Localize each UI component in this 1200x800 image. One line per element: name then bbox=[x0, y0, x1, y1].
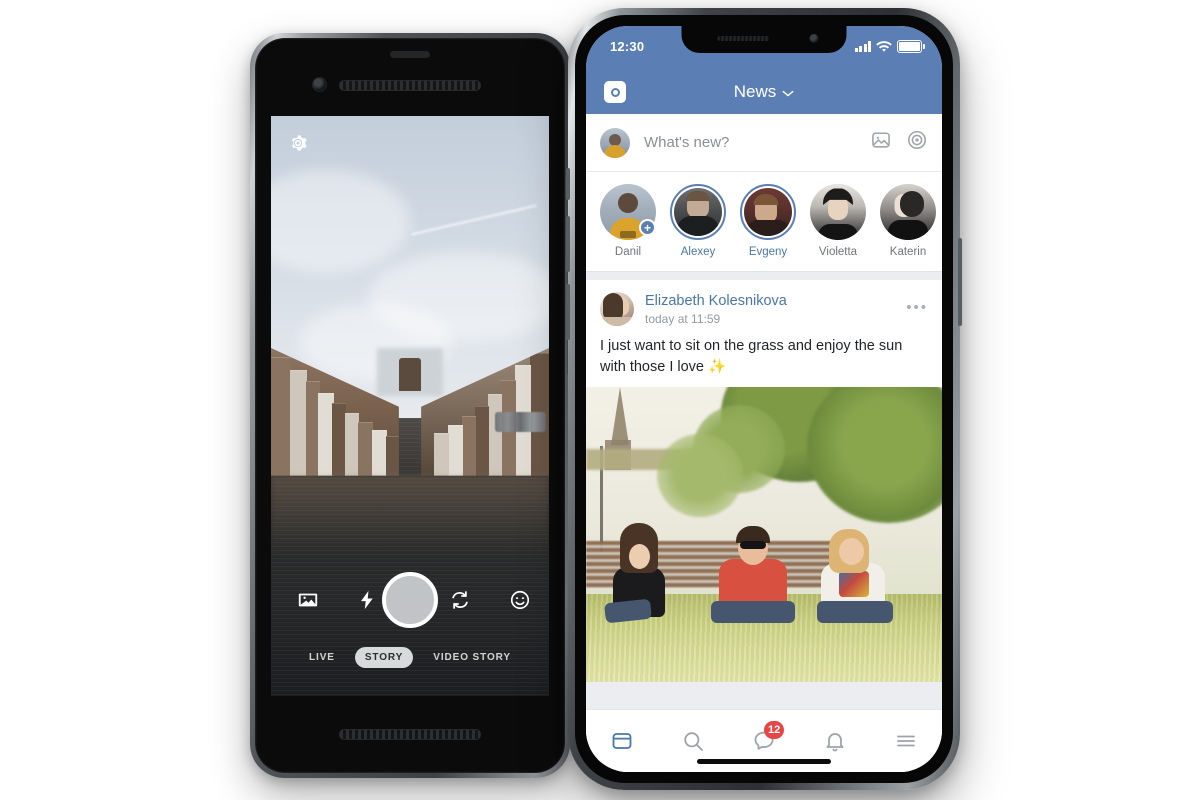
flip-camera-icon[interactable] bbox=[449, 589, 471, 611]
hamburger-menu-icon bbox=[897, 735, 916, 747]
post-meta: Elizabeth Kolesnikova today at 11:59 bbox=[645, 292, 787, 326]
story-item[interactable]: Katerin bbox=[880, 184, 936, 258]
cellular-signal-icon bbox=[854, 41, 871, 52]
status-bar-time: 12:30 bbox=[610, 39, 645, 54]
status-bar-indicators bbox=[854, 40, 925, 53]
avatar[interactable] bbox=[600, 292, 634, 327]
right-phone-power-button[interactable] bbox=[958, 238, 962, 326]
post-composer[interactable]: What's new? bbox=[586, 114, 942, 172]
notch bbox=[681, 26, 847, 53]
messages-tab[interactable]: 12 bbox=[744, 721, 785, 756]
story-avatar bbox=[810, 184, 866, 240]
vk-logo-icon[interactable] bbox=[604, 81, 626, 103]
feed-icon bbox=[612, 733, 631, 749]
search-tab[interactable] bbox=[673, 726, 713, 756]
story-item[interactable]: Alexey bbox=[670, 184, 726, 258]
right-phone-mute-switch[interactable] bbox=[566, 168, 570, 200]
story-item[interactable]: Violetta bbox=[810, 184, 866, 258]
story-name: Violetta bbox=[818, 246, 858, 258]
post-more-options-icon[interactable]: ••• bbox=[906, 300, 928, 315]
earpiece-speaker-icon bbox=[717, 36, 770, 41]
right-phone-volume-down-button[interactable] bbox=[566, 284, 570, 340]
camera-target-icon[interactable] bbox=[906, 129, 928, 156]
shutter-button[interactable] bbox=[382, 572, 438, 628]
gallery-icon[interactable] bbox=[297, 589, 319, 611]
right-phone-device: 12:30 News What's new? + Danil Alexey Ev… bbox=[566, 8, 962, 790]
story-avatar bbox=[670, 184, 726, 240]
story-item[interactable]: + Danil bbox=[600, 184, 656, 258]
camera-mode-selector[interactable]: LIVE STORY VIDEO STORY bbox=[271, 647, 549, 668]
post-timestamp: today at 11:59 bbox=[645, 312, 721, 327]
left-phone-screen: LIVE STORY VIDEO STORY bbox=[271, 116, 549, 696]
canal-buildings bbox=[271, 348, 549, 476]
contrail bbox=[411, 204, 537, 235]
left-phone-device: LIVE STORY VIDEO STORY bbox=[250, 33, 570, 778]
story-name: Danil bbox=[614, 246, 642, 258]
post-header: Elizabeth Kolesnikova today at 11:59 ••• bbox=[586, 280, 942, 332]
bell-icon bbox=[826, 733, 844, 752]
nav-title-dropdown[interactable]: News bbox=[734, 82, 795, 102]
story-avatar bbox=[880, 184, 936, 240]
feed-post[interactable]: Elizabeth Kolesnikova today at 11:59 •••… bbox=[586, 280, 942, 683]
add-story-icon[interactable]: + bbox=[639, 219, 656, 236]
story-name: Alexey bbox=[680, 246, 716, 258]
mask-effects-icon[interactable] bbox=[509, 589, 531, 611]
front-camera-icon bbox=[809, 34, 819, 43]
camera-mode-video-story[interactable]: VIDEO STORY bbox=[423, 647, 521, 668]
menu-tab[interactable] bbox=[886, 726, 926, 756]
composer-icons bbox=[870, 129, 928, 156]
flash-icon[interactable] bbox=[356, 589, 378, 611]
feed-tab[interactable] bbox=[602, 726, 642, 756]
right-phone-screen: 12:30 News What's new? + Danil Alexey Ev… bbox=[586, 26, 942, 772]
chevron-down-icon bbox=[782, 82, 794, 102]
story-avatar bbox=[740, 184, 796, 240]
post-author-name[interactable]: Elizabeth Kolesnikova bbox=[645, 292, 787, 310]
camera-mode-story[interactable]: STORY bbox=[354, 647, 414, 668]
avatar bbox=[600, 127, 630, 158]
story-name: Katerin bbox=[889, 246, 927, 258]
notifications-tab[interactable] bbox=[815, 726, 855, 756]
story-item[interactable]: Evgeny bbox=[740, 184, 796, 258]
wifi-icon bbox=[876, 40, 892, 52]
left-phone-top-slot bbox=[390, 51, 430, 58]
parked-cars bbox=[495, 411, 547, 433]
home-indicator[interactable] bbox=[697, 759, 831, 764]
search-icon bbox=[684, 732, 703, 751]
post-photo[interactable] bbox=[586, 387, 942, 683]
screenshot-stage: LIVE STORY VIDEO STORY 12:30 News What's… bbox=[0, 0, 1200, 800]
app-nav-bar: News bbox=[586, 70, 942, 114]
news-feed[interactable]: What's new? + Danil Alexey Evgeny Violet… bbox=[586, 114, 942, 772]
photo-icon[interactable] bbox=[870, 129, 892, 156]
bottom-speaker-grille-icon bbox=[339, 729, 481, 740]
stone-bridge bbox=[398, 358, 422, 392]
stories-row[interactable]: + Danil Alexey Evgeny Violetta Katerin bbox=[586, 172, 942, 272]
composer-placeholder[interactable]: What's new? bbox=[644, 134, 870, 151]
camera-controls-row bbox=[271, 572, 549, 628]
camera-viewfinder[interactable]: LIVE STORY VIDEO STORY bbox=[271, 116, 549, 696]
water-reflection bbox=[271, 475, 549, 557]
camera-settings-gear-icon[interactable] bbox=[287, 132, 309, 154]
right-phone-volume-up-button[interactable] bbox=[566, 216, 570, 272]
battery-full-icon bbox=[897, 40, 925, 53]
status-badge: 12 bbox=[763, 721, 785, 739]
page-title: News bbox=[733, 82, 777, 101]
earpiece-speaker-icon bbox=[339, 80, 481, 91]
front-camera-icon bbox=[312, 77, 327, 92]
post-text: I just want to sit on the grass and enjo… bbox=[600, 338, 903, 375]
story-name: Evgeny bbox=[748, 246, 788, 258]
camera-mode-live[interactable]: LIVE bbox=[299, 647, 345, 668]
